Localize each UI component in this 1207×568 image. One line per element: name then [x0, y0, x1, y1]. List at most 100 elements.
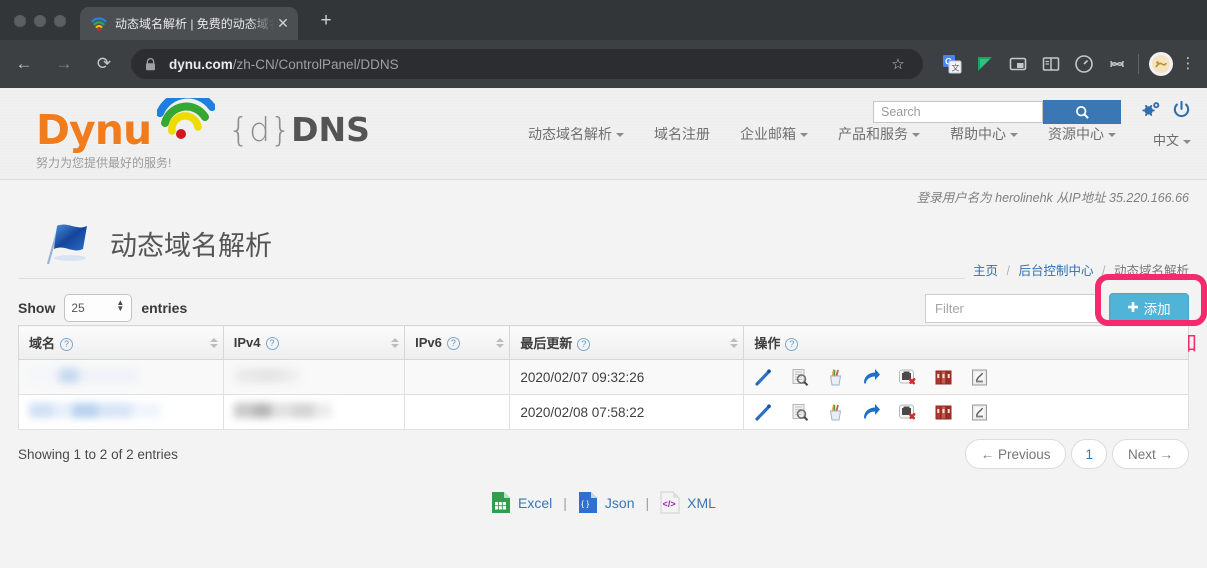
page-number-button[interactable]: 1 — [1071, 439, 1107, 469]
redirect-arrow-icon[interactable] — [862, 368, 881, 387]
binders-icon[interactable] — [934, 368, 953, 387]
bookmark-star-icon[interactable]: ☆ — [885, 55, 911, 73]
redirect-arrow-icon[interactable] — [862, 403, 881, 422]
cell-ipv4 — [223, 360, 404, 395]
export-xml[interactable]: </> XML — [660, 491, 716, 514]
nav-item-resources[interactable]: 资源中心 — [1048, 124, 1116, 144]
sort-arrows-icon[interactable] — [210, 338, 218, 348]
back-button[interactable]: ← — [7, 47, 41, 81]
redacted-ipv4 — [234, 403, 332, 418]
binders-icon[interactable] — [934, 403, 953, 422]
archive-icon[interactable] — [970, 368, 989, 387]
network-socket-remove-icon[interactable] — [898, 403, 917, 422]
gear-icon[interactable] — [1141, 100, 1162, 124]
language-switcher[interactable]: 中文 — [1153, 130, 1191, 149]
browser-menu-button[interactable]: ⋮ — [1177, 58, 1199, 70]
nav-item-products[interactable]: 产品和服务 — [838, 124, 920, 144]
toolbar-divider — [1138, 54, 1139, 74]
breadcrumb-home[interactable]: 主页 — [973, 264, 998, 278]
nav-item-domain-register[interactable]: 域名注册 — [654, 124, 710, 144]
minimize-window-button[interactable] — [34, 15, 46, 27]
help-icon[interactable]: ? — [577, 338, 590, 351]
sort-arrows-icon[interactable] — [496, 338, 504, 348]
table-header-row: 域名? IPv4? IPv6? 最后更新? 操作? — [19, 326, 1189, 360]
aegis-icon[interactable] — [1104, 51, 1130, 77]
edit-pen-icon[interactable] — [754, 403, 773, 422]
entries-value: 25 — [71, 301, 84, 315]
nav-item-ddns[interactable]: 动态域名解析 — [528, 124, 624, 144]
pencil-cup-icon[interactable] — [826, 368, 845, 387]
export-excel-label: Excel — [518, 495, 552, 511]
chevron-down-icon — [800, 133, 808, 137]
sort-arrows-icon[interactable] — [391, 338, 399, 348]
column-header-ipv6[interactable]: IPv6? — [405, 326, 510, 360]
browser-tab[interactable]: 动态域名解析 | 免费的动态域名服 ✕ — [80, 7, 298, 40]
stepper-arrows-icon[interactable]: ▲▼ — [116, 300, 124, 312]
archive-icon[interactable] — [970, 403, 989, 422]
export-excel[interactable]: Excel — [491, 491, 552, 514]
main-navigation: 动态域名解析 域名注册 企业邮箱 产品和服务 帮助中心 资源中心 — [528, 124, 1116, 144]
search-input[interactable] — [873, 101, 1043, 123]
column-label: IPv6 — [415, 335, 442, 350]
avatar[interactable] — [1149, 52, 1173, 76]
help-icon[interactable]: ? — [266, 337, 279, 350]
nav-item-help[interactable]: 帮助中心 — [950, 124, 1018, 144]
address-bar[interactable]: dynu.com/zh-CN/ControlPanel/DDNS ☆ — [131, 49, 923, 79]
close-icon[interactable]: ✕ — [274, 15, 292, 33]
document-search-icon[interactable] — [790, 368, 809, 387]
table-row[interactable]: 2020/02/07 09:32:26 — [19, 360, 1189, 395]
browser-window: 动态域名解析 | 免费的动态域名服 ✕ + ← → ⟳ dynu.com/zh-… — [0, 0, 1207, 568]
logo-brand-text: Dynu — [36, 108, 151, 152]
cell-actions — [744, 360, 1189, 395]
cell-ipv6 — [405, 360, 510, 395]
help-icon[interactable]: ? — [447, 337, 460, 350]
column-header-last-updated[interactable]: 最后更新? — [510, 326, 744, 360]
picture-in-picture-icon[interactable] — [1005, 51, 1031, 77]
cell-ipv4 — [223, 395, 404, 430]
entries-select[interactable]: 25 ▲▼ — [64, 294, 132, 322]
column-label: 域名 — [29, 336, 55, 351]
add-button[interactable]: ✚ 添加 — [1109, 293, 1189, 324]
reload-button[interactable]: ⟳ — [87, 47, 121, 81]
table-row[interactable]: 2020/02/08 07:58:22 — [19, 395, 1189, 430]
new-tab-button[interactable]: + — [314, 10, 338, 34]
edit-pen-icon[interactable] — [754, 368, 773, 387]
green-arrow-icon[interactable] — [972, 51, 998, 77]
nav-item-enterprise-mail[interactable]: 企业邮箱 — [740, 124, 808, 144]
nav-label: 动态域名解析 — [528, 126, 612, 142]
site-logo[interactable]: Dynu {d}DNS 努力为您提供最好的服务! — [36, 98, 370, 171]
maximize-window-button[interactable] — [54, 15, 66, 27]
column-header-domain[interactable]: 域名? — [19, 326, 224, 360]
export-json-label: Json — [605, 495, 635, 511]
speedometer-icon[interactable] — [1071, 51, 1097, 77]
reader-icon[interactable] — [1038, 51, 1064, 77]
search-icon — [1075, 105, 1090, 120]
show-label: Show — [18, 300, 55, 316]
cell-ipv6 — [405, 395, 510, 430]
next-page-button[interactable]: Next → — [1112, 439, 1189, 469]
column-header-ipv4[interactable]: IPv4? — [223, 326, 404, 360]
chevron-down-icon — [912, 133, 920, 137]
logo-brace: {d} — [228, 110, 291, 149]
network-socket-remove-icon[interactable] — [898, 368, 917, 387]
export-separator: | — [646, 495, 650, 511]
entries-word: entries — [141, 300, 187, 316]
nav-label: 企业邮箱 — [740, 126, 796, 142]
help-icon[interactable]: ? — [60, 338, 73, 351]
help-icon[interactable]: ? — [785, 338, 798, 351]
previous-page-button[interactable]: ← Previous — [965, 439, 1067, 469]
pencil-cup-icon[interactable] — [826, 403, 845, 422]
chevron-down-icon — [1010, 133, 1018, 137]
sort-arrows-icon[interactable] — [730, 338, 738, 348]
forward-button[interactable]: → — [47, 47, 81, 81]
google-translate-icon[interactable]: G文 — [939, 51, 965, 77]
window-traffic-lights[interactable] — [0, 15, 66, 40]
export-json[interactable]: { } Json — [578, 491, 635, 514]
breadcrumb-control-panel[interactable]: 后台控制中心 — [1019, 264, 1094, 278]
column-header-actions[interactable]: 操作? — [744, 326, 1189, 360]
close-window-button[interactable] — [14, 15, 26, 27]
power-icon[interactable] — [1172, 100, 1191, 124]
document-search-icon[interactable] — [790, 403, 809, 422]
search-button[interactable] — [1043, 100, 1121, 124]
filter-input[interactable] — [925, 294, 1100, 323]
